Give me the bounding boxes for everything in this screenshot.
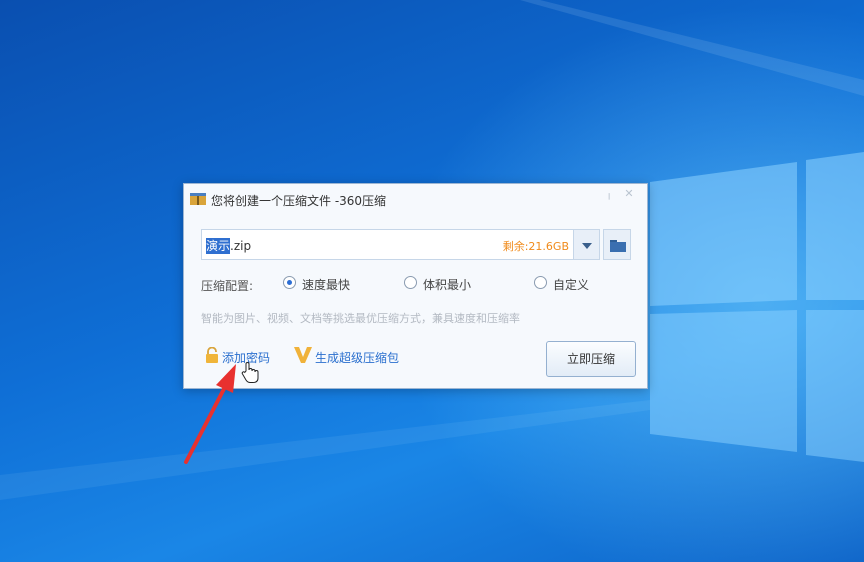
filename-value: 演示.zip bbox=[206, 237, 251, 254]
super-pack-link[interactable]: 生成超级压缩包 bbox=[315, 349, 399, 366]
minimize-icon[interactable]: ╷ bbox=[602, 187, 616, 201]
filename-selection: 演示 bbox=[206, 238, 231, 254]
filename-extension: .zip bbox=[230, 239, 252, 253]
radio-smallest-circle[interactable] bbox=[404, 276, 417, 289]
radio-custom[interactable]: 自定义 bbox=[534, 275, 604, 292]
filename-input[interactable]: 演示.zip 剩余:21.6GB bbox=[201, 229, 574, 260]
radio-fastest-circle[interactable] bbox=[283, 276, 296, 289]
free-space-label: 剩余:21.6GB bbox=[502, 240, 569, 253]
radio-fastest[interactable]: 速度最快 bbox=[283, 275, 363, 292]
compress-hint-text: 智能为图片、视频、文档等挑选最优压缩方式，兼具速度和压缩率 bbox=[201, 312, 520, 325]
browse-folder-button[interactable] bbox=[603, 229, 631, 260]
radio-fastest-label: 速度最快 bbox=[302, 278, 351, 292]
compress-now-button[interactable]: 立即压缩 bbox=[546, 341, 636, 377]
compress-config-label: 压缩配置: bbox=[201, 279, 254, 293]
radio-custom-label: 自定义 bbox=[553, 278, 590, 292]
dialog-titlebar[interactable]: 您将创建一个压缩文件 -360压缩 ╷ ✕ bbox=[184, 184, 647, 214]
archive-icon bbox=[190, 193, 206, 205]
filename-dropdown-button[interactable] bbox=[574, 229, 600, 260]
radio-custom-circle[interactable] bbox=[534, 276, 547, 289]
dialog-title: 您将创建一个压缩文件 -360压缩 bbox=[211, 194, 387, 208]
compress-dialog: 您将创建一个压缩文件 -360压缩 ╷ ✕ 演示.zip 剩余:21.6GB 压… bbox=[183, 183, 648, 389]
radio-smallest-label: 体积最小 bbox=[423, 278, 472, 292]
chevron-down-icon bbox=[582, 243, 592, 249]
lock-icon[interactable] bbox=[205, 347, 219, 363]
hand-cursor-icon bbox=[241, 362, 259, 383]
radio-smallest[interactable]: 体积最小 bbox=[404, 275, 484, 292]
folder-icon bbox=[610, 240, 626, 252]
close-icon[interactable]: ✕ bbox=[622, 187, 636, 201]
v-icon[interactable] bbox=[294, 347, 312, 363]
